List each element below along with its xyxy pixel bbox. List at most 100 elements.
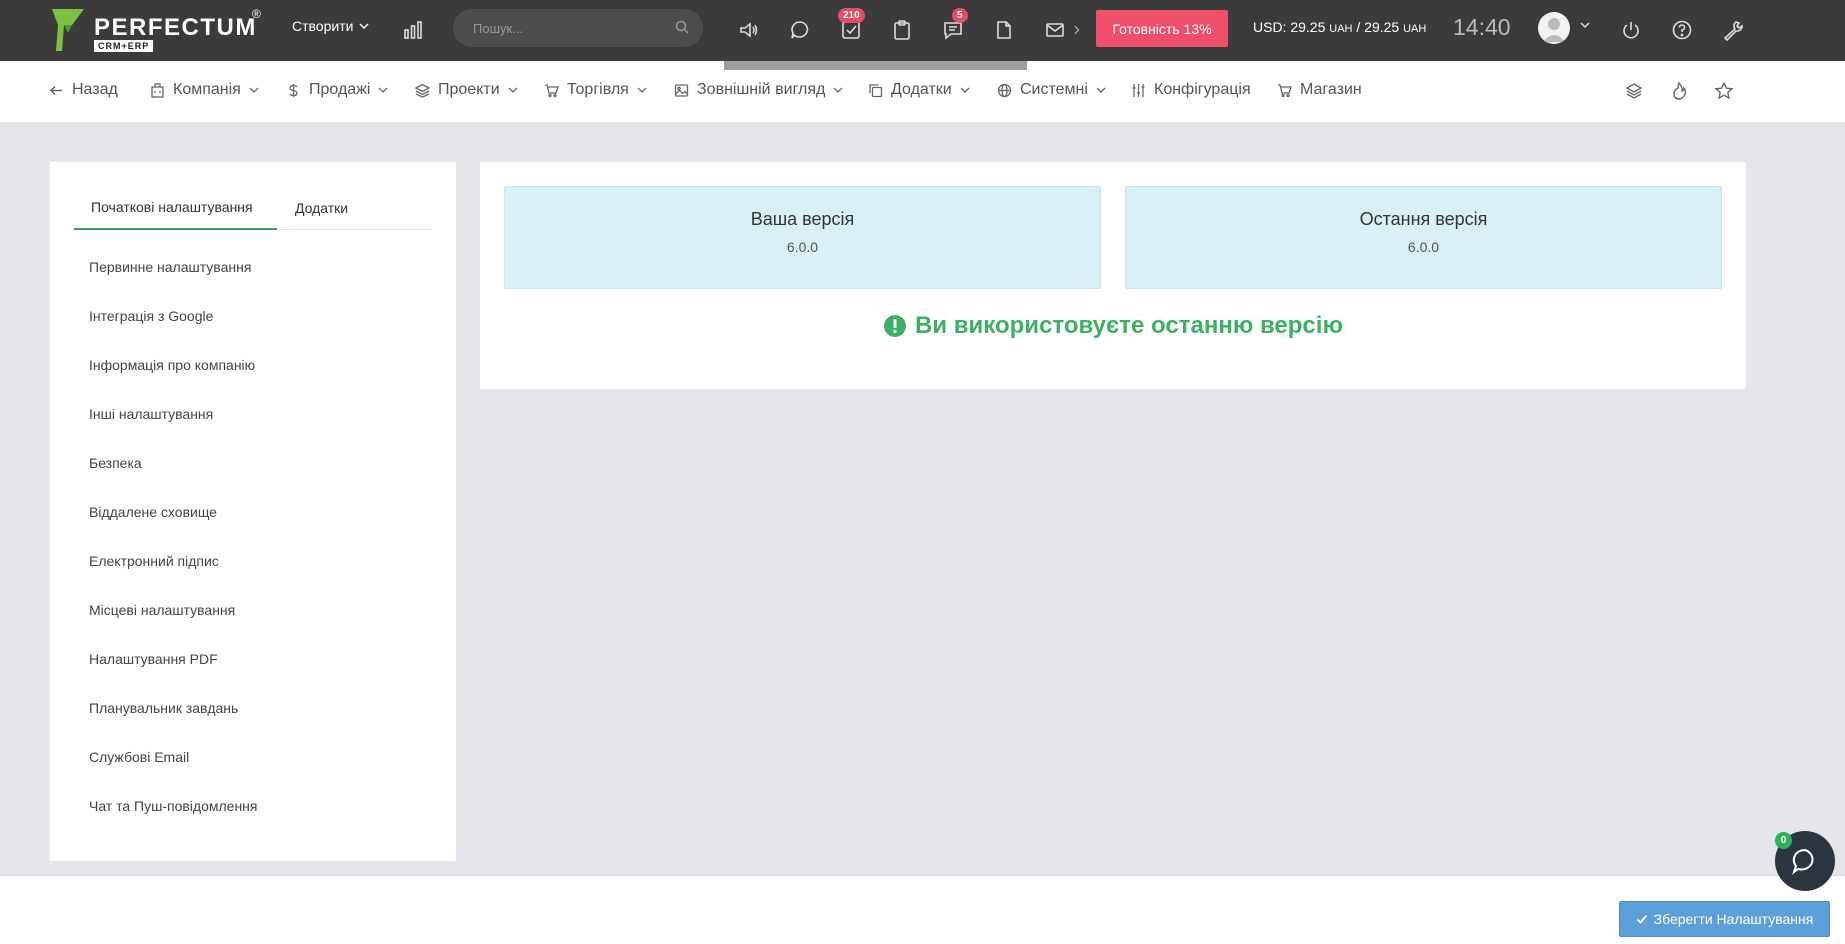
messages-badge: 5 <box>952 8 968 23</box>
tab-initial-settings[interactable]: Початкові налаштування <box>74 186 277 230</box>
megaphone-icon[interactable] <box>736 17 762 43</box>
nav-company[interactable]: Компанія <box>150 81 259 99</box>
chevron-down-icon <box>378 87 388 93</box>
chart-bar-icon[interactable] <box>400 17 426 43</box>
nav-back-label: Назад <box>72 81 118 98</box>
nav-appearance-label: Зовнішній вигляд <box>697 81 826 98</box>
layers-icon[interactable] <box>1624 81 1644 101</box>
clock: 14:40 <box>1453 14 1511 40</box>
search-box[interactable] <box>453 9 703 47</box>
chevron-down-icon <box>637 87 647 93</box>
your-version-value: 6.0.0 <box>786 239 819 255</box>
currency-unit-2: UAH <box>1403 23 1427 35</box>
search-icon[interactable] <box>675 20 689 34</box>
layers-icon <box>415 83 430 98</box>
check-icon <box>1636 914 1647 924</box>
star-icon[interactable] <box>1714 81 1734 101</box>
nav-shop-label: Магазин <box>1300 81 1362 98</box>
tasks-badge: 210 <box>838 8 865 23</box>
nav-config-label: Конфігурація <box>1154 81 1251 98</box>
settings-sidebar: Початкові налаштування Додатки Первинне … <box>50 162 456 861</box>
nav-config[interactable]: Конфігурація <box>1131 81 1251 99</box>
settings-list: Первинне налаштування Інтеграція з Googl… <box>89 257 258 845</box>
settings-item-service-email[interactable]: Службові Email <box>89 747 258 796</box>
wrench-icon[interactable] <box>1720 17 1746 43</box>
chat-badge: 0 <box>1775 832 1792 849</box>
version-panel: Ваша версія 6.0.0 Остання версія 6.0.0 В… <box>480 162 1746 389</box>
chat-icon <box>1792 848 1814 875</box>
settings-item-other[interactable]: Інші налаштування <box>89 404 258 453</box>
chevron-right-icon[interactable] <box>1066 17 1088 43</box>
settings-item-chat-push[interactable]: Чат та Пуш-повідомлення <box>89 796 258 845</box>
settings-item-security[interactable]: Безпека <box>89 453 258 502</box>
settings-item-task-scheduler[interactable]: Планувальник завдань <box>89 698 258 747</box>
chat-bubble-icon[interactable] <box>787 17 813 43</box>
chevron-down-icon <box>508 87 518 93</box>
save-settings-label: Зберегти Налаштування <box>1653 911 1814 927</box>
save-settings-button[interactable]: Зберегти Налаштування <box>1619 901 1830 937</box>
currency-rate: USD: 29.25 UAH / 29.25 UAH <box>1253 19 1426 35</box>
building-icon <box>151 82 164 98</box>
currency-value-2: / 29.25 <box>1352 19 1400 35</box>
top-bar: PERFECTUM ® CRM+ERP Створити 210 5 Готов… <box>0 0 1845 61</box>
nav-trade[interactable]: Торгівля <box>544 81 647 99</box>
page-loading-bar <box>724 61 1027 70</box>
chevron-down-icon <box>249 87 259 93</box>
image-icon <box>674 83 689 97</box>
currency-value: USD: 29.25 <box>1253 19 1326 35</box>
settings-item-localization[interactable]: Місцеві налаштування <box>89 600 258 649</box>
clipboard-icon[interactable] <box>889 17 915 43</box>
create-menu-button[interactable]: Створити <box>292 18 369 34</box>
tasks-check-icon[interactable]: 210 <box>838 8 865 43</box>
power-icon[interactable] <box>1618 17 1644 43</box>
nav-addons[interactable]: Додатки <box>868 81 970 99</box>
currency-unit: UAH <box>1329 23 1353 35</box>
arrow-left-icon <box>49 85 62 95</box>
exclamation-circle-icon <box>884 315 907 337</box>
settings-item-pdf[interactable]: Налаштування PDF <box>89 649 258 698</box>
nav-system-label: Системні <box>1020 81 1088 98</box>
search-input[interactable] <box>453 9 703 47</box>
messages-icon[interactable]: 5 <box>940 8 968 43</box>
settings-item-company-info[interactable]: Інформація про компанію <box>89 355 258 404</box>
chevron-down-icon <box>833 87 843 93</box>
nav-back[interactable]: Назад <box>49 81 118 99</box>
cart-icon <box>545 83 559 97</box>
readiness-button[interactable]: Готовність 13% <box>1096 10 1228 47</box>
chevron-down-icon[interactable] <box>1580 20 1590 30</box>
avatar[interactable] <box>1538 12 1570 44</box>
bottom-bar <box>0 875 1845 944</box>
settings-item-initial-setup[interactable]: Первинне налаштування <box>89 257 258 306</box>
nav-system[interactable]: Системні <box>997 81 1106 99</box>
nav-sales[interactable]: Продажі <box>286 81 388 99</box>
mail-icon[interactable] <box>1042 17 1068 43</box>
tab-addons[interactable]: Додатки <box>295 186 348 230</box>
settings-item-remote-storage[interactable]: Віддалене сховище <box>89 502 258 551</box>
nav-projects[interactable]: Проекти <box>415 81 518 99</box>
settings-item-e-signature[interactable]: Електронний підпис <box>89 551 258 600</box>
nav-trade-label: Торгівля <box>567 81 629 98</box>
settings-item-google-integration[interactable]: Інтеграція з Google <box>89 306 258 355</box>
nav-shop[interactable]: Магазин <box>1277 81 1362 99</box>
latest-version-title: Остання версія <box>1359 209 1488 229</box>
fire-icon[interactable] <box>1669 81 1689 101</box>
nav-projects-label: Проекти <box>438 81 500 98</box>
version-status-text: Ви використовуєте останню версію <box>915 312 1343 339</box>
logo-subtitle: CRM+ERP <box>94 40 154 52</box>
file-icon[interactable] <box>991 17 1017 43</box>
sliders-icon <box>1132 83 1145 97</box>
version-status: Ви використовуєте останню версію <box>480 312 1746 340</box>
globe-icon <box>997 83 1012 97</box>
your-version-title: Ваша версія <box>750 209 855 229</box>
latest-version-box: Остання версія 6.0.0 <box>1125 186 1722 289</box>
nav-addons-label: Додатки <box>891 81 952 98</box>
latest-version-value: 6.0.0 <box>1407 239 1440 255</box>
chevron-down-icon <box>359 23 369 30</box>
dollar-icon <box>289 83 298 97</box>
help-icon[interactable] <box>1669 17 1695 43</box>
chevron-down-icon <box>960 87 970 93</box>
main-nav: Назад Компанія Продажі Проекти Торгівля … <box>0 61 1845 122</box>
nav-appearance[interactable]: Зовнішній вигляд <box>674 81 843 99</box>
your-version-box: Ваша версія 6.0.0 <box>504 186 1101 289</box>
logo[interactable]: PERFECTUM ® CRM+ERP <box>50 7 270 53</box>
